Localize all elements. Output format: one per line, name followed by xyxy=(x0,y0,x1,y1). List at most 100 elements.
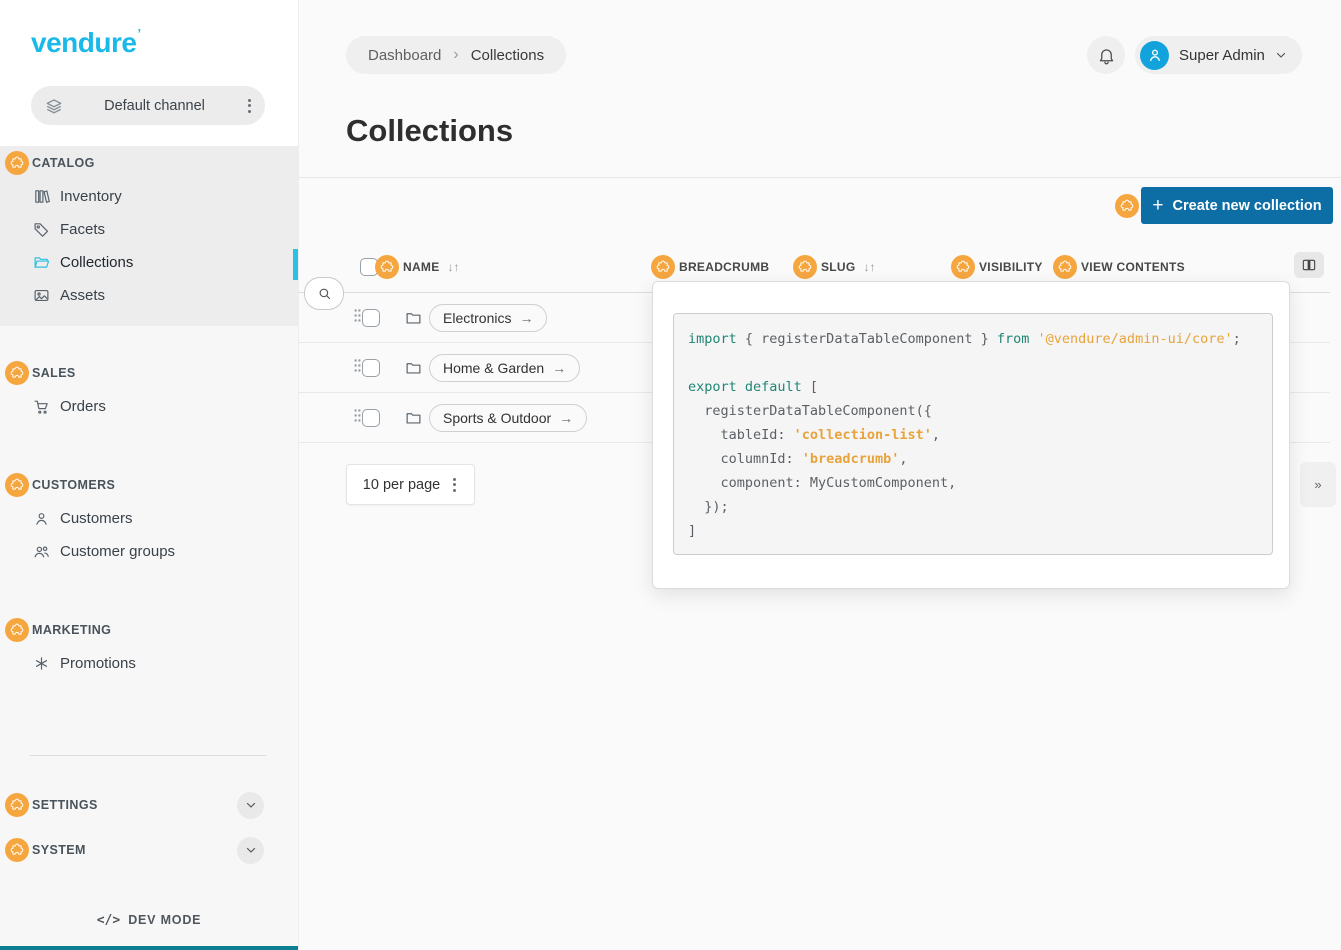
user-icon xyxy=(33,510,50,527)
column-label[interactable]: SLUG xyxy=(821,260,856,274)
folder-open-icon xyxy=(33,254,50,271)
nav-group-catalog: CATALOG Inventory Facets Collections Assets xyxy=(0,146,298,312)
bell-icon xyxy=(1097,46,1116,65)
section-label: CUSTOMERS xyxy=(32,478,115,492)
sidebar-section-settings[interactable]: SETTINGS xyxy=(0,788,298,822)
avatar xyxy=(1140,41,1169,70)
column-header-name: NAME ↓↑ xyxy=(360,250,460,284)
columns-icon xyxy=(1301,257,1317,273)
dev-mode-strip xyxy=(0,946,298,950)
ui-extension-badge[interactable] xyxy=(651,255,675,279)
drag-handle-icon[interactable] xyxy=(354,358,361,377)
tag-icon xyxy=(33,221,50,238)
sidebar-item-promotions[interactable]: Promotions xyxy=(0,647,298,680)
dev-mode-toggle[interactable]: </> DEV MODE xyxy=(0,905,298,935)
ui-extension-badge[interactable] xyxy=(5,618,29,642)
sidebar-item-collections[interactable]: Collections xyxy=(0,246,298,279)
collection-chip-home-garden[interactable]: Home & Garden → xyxy=(429,354,580,382)
sort-icon[interactable]: ↓↑ xyxy=(864,260,876,274)
column-picker-button[interactable] xyxy=(1294,252,1324,278)
sidebar-section-system[interactable]: SYSTEM xyxy=(0,833,298,867)
nav-group-marketing: MARKETINGPromotions xyxy=(0,613,298,680)
drag-handle-icon[interactable] xyxy=(354,408,361,427)
ui-extension-badge[interactable] xyxy=(1053,255,1077,279)
collection-chip-sports-outdoor[interactable]: Sports & Outdoor→ xyxy=(429,404,587,432)
ui-extension-badge[interactable] xyxy=(5,473,29,497)
image-icon xyxy=(33,287,50,304)
folder-icon xyxy=(405,309,422,326)
cart-icon xyxy=(33,398,50,415)
search-button[interactable] xyxy=(304,277,344,310)
per-page-label: 10 per page xyxy=(363,477,440,493)
row-checkbox[interactable] xyxy=(362,409,380,427)
per-page-select[interactable]: 10 per page xyxy=(346,464,475,505)
vendure-logo: vendure’ xyxy=(31,26,141,59)
ui-extension-badge[interactable] xyxy=(5,793,29,817)
notifications-button[interactable] xyxy=(1087,36,1125,74)
row-checkbox[interactable] xyxy=(362,309,380,327)
drag-handle-icon[interactable] xyxy=(354,308,361,327)
active-item-indicator xyxy=(293,249,298,280)
chevron-down-icon[interactable] xyxy=(237,792,264,819)
row-checkbox[interactable] xyxy=(362,359,380,377)
code-icon: </> xyxy=(97,913,120,928)
breadcrumb-collections[interactable]: Collections xyxy=(471,47,544,64)
user-menu[interactable]: Super Admin xyxy=(1135,36,1302,74)
layers-icon xyxy=(45,97,63,115)
channel-selector[interactable]: Default channel xyxy=(31,86,265,125)
sidebar-item-label: Collections xyxy=(60,254,133,271)
ui-extension-badge[interactable] xyxy=(5,151,29,175)
ui-extension-badge[interactable] xyxy=(375,255,399,279)
column-header-breadcrumb: BREADCRUMB xyxy=(651,250,769,284)
sidebar-item-orders[interactable]: Orders xyxy=(0,390,298,423)
collection-name: Electronics xyxy=(443,310,511,326)
pagination-next-button[interactable]: » xyxy=(1300,462,1336,507)
breadcrumb-dashboard[interactable]: Dashboard xyxy=(368,47,441,64)
ui-extension-badge[interactable] xyxy=(951,255,975,279)
sidebar-divider xyxy=(30,755,266,756)
code-snippet: import { registerDataTableComponent } fr… xyxy=(673,313,1273,555)
chevron-down-icon[interactable] xyxy=(237,837,264,864)
folder-icon xyxy=(405,409,422,426)
sidebar-item-customer-groups[interactable]: Customer groups xyxy=(0,535,298,568)
users-icon xyxy=(33,543,50,560)
folder-icon xyxy=(405,359,422,376)
dev-mode-label: DEV MODE xyxy=(128,913,201,927)
sidebar-section-customers: CUSTOMERS xyxy=(0,468,298,502)
ui-extension-badge[interactable] xyxy=(1115,194,1139,218)
collection-chip-electronics[interactable]: Electronics → xyxy=(429,304,547,332)
channel-label: Default channel xyxy=(63,98,246,114)
sidebar-item-label: Promotions xyxy=(60,655,136,672)
column-header-visibility: VISIBILITY xyxy=(951,250,1043,284)
collection-name: Home & Garden xyxy=(443,360,544,376)
sidebar-item-label: Inventory xyxy=(60,188,122,205)
section-label: SETTINGS xyxy=(32,798,98,812)
breadcrumb-separator-icon: › xyxy=(453,46,458,64)
sidebar-item-customers[interactable]: Customers xyxy=(0,502,298,535)
ui-extension-badge[interactable] xyxy=(793,255,817,279)
asterisk-icon xyxy=(33,655,50,672)
sidebar-section-catalog: CATALOG xyxy=(0,146,298,180)
search-icon xyxy=(317,286,332,301)
arrow-right-icon: → xyxy=(519,310,533,326)
sidebar-item-label: Customer groups xyxy=(60,543,175,560)
ui-extension-badge[interactable] xyxy=(5,838,29,862)
column-label[interactable]: VIEW CONTENTS xyxy=(1081,260,1185,274)
nav-group-sales: SALESOrders xyxy=(0,356,298,423)
sidebar: vendure’ Default channel CATALOG Inventor… xyxy=(0,0,299,950)
channel-menu-icon[interactable] xyxy=(246,97,253,115)
ui-extension-badge[interactable] xyxy=(5,361,29,385)
column-label[interactable]: BREADCRUMB xyxy=(679,260,769,274)
sidebar-item-assets[interactable]: Assets xyxy=(0,279,298,312)
per-page-menu-icon xyxy=(451,476,458,494)
sidebar-item-facets[interactable]: Facets xyxy=(0,213,298,246)
column-label[interactable]: VISIBILITY xyxy=(979,260,1043,274)
sidebar-item-inventory[interactable]: Inventory xyxy=(0,180,298,213)
arrow-right-icon: → xyxy=(552,360,566,376)
sort-icon[interactable]: ↓↑ xyxy=(448,260,460,274)
logo-mark: ’ xyxy=(137,26,140,41)
create-new-collection-button[interactable]: + Create new collection xyxy=(1141,187,1333,224)
nav-group-customers: CUSTOMERS Customers Customer groups xyxy=(0,468,298,568)
column-label[interactable]: NAME xyxy=(403,260,440,274)
sidebar-item-label: Orders xyxy=(60,398,106,415)
